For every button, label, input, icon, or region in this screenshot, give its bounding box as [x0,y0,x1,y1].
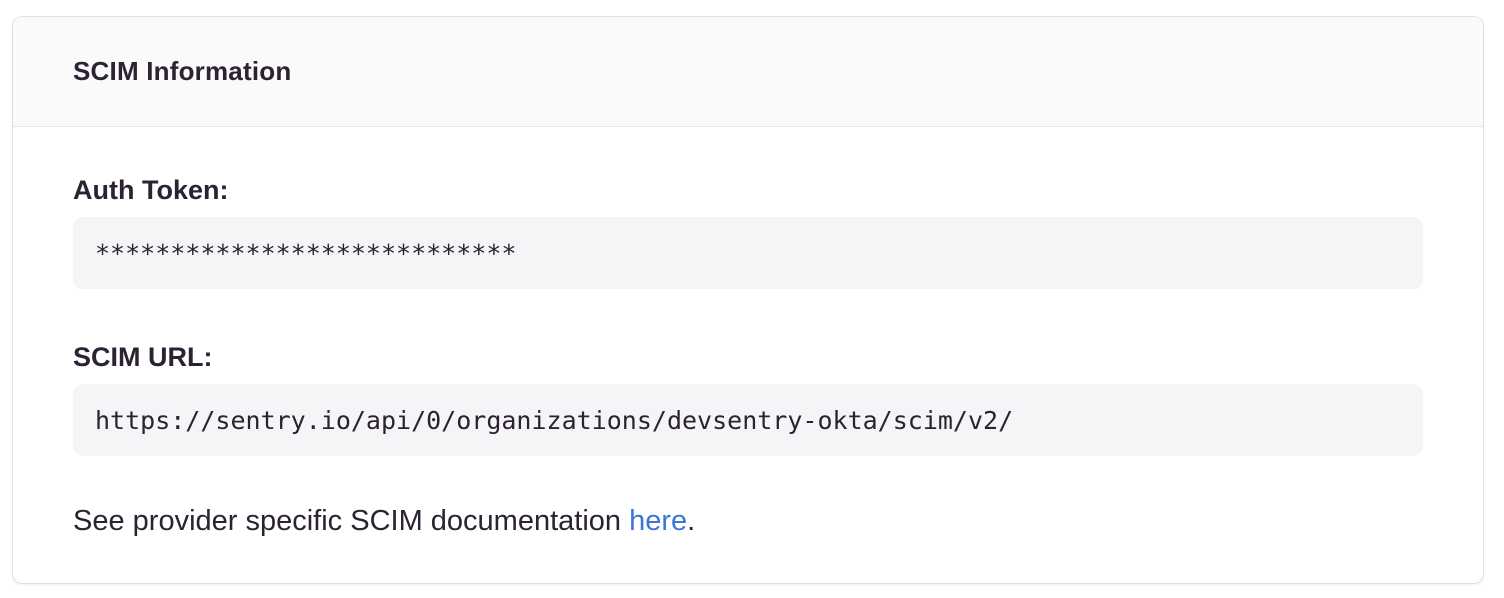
scim-information-panel: SCIM Information Auth Token: ***********… [12,16,1484,584]
panel-title: SCIM Information [73,56,291,87]
auth-token-label: Auth Token: [73,173,1423,208]
scim-url-value-field[interactable]: https://sentry.io/api/0/organizations/de… [73,384,1423,456]
panel-header: SCIM Information [13,17,1483,127]
documentation-note-prefix: See provider specific SCIM documentation [73,505,629,537]
documentation-note-suffix: . [687,505,695,537]
documentation-here-link[interactable]: here [629,505,687,537]
scim-url-label: SCIM URL: [73,340,1423,375]
panel-body: Auth Token: ****************************… [13,127,1483,583]
documentation-note: See provider specific SCIM documentation… [73,504,1423,539]
auth-token-value-field[interactable]: **************************** [73,217,1423,289]
scim-url-section: SCIM URL: https://sentry.io/api/0/organi… [73,340,1423,456]
auth-token-section: Auth Token: **************************** [73,173,1423,289]
